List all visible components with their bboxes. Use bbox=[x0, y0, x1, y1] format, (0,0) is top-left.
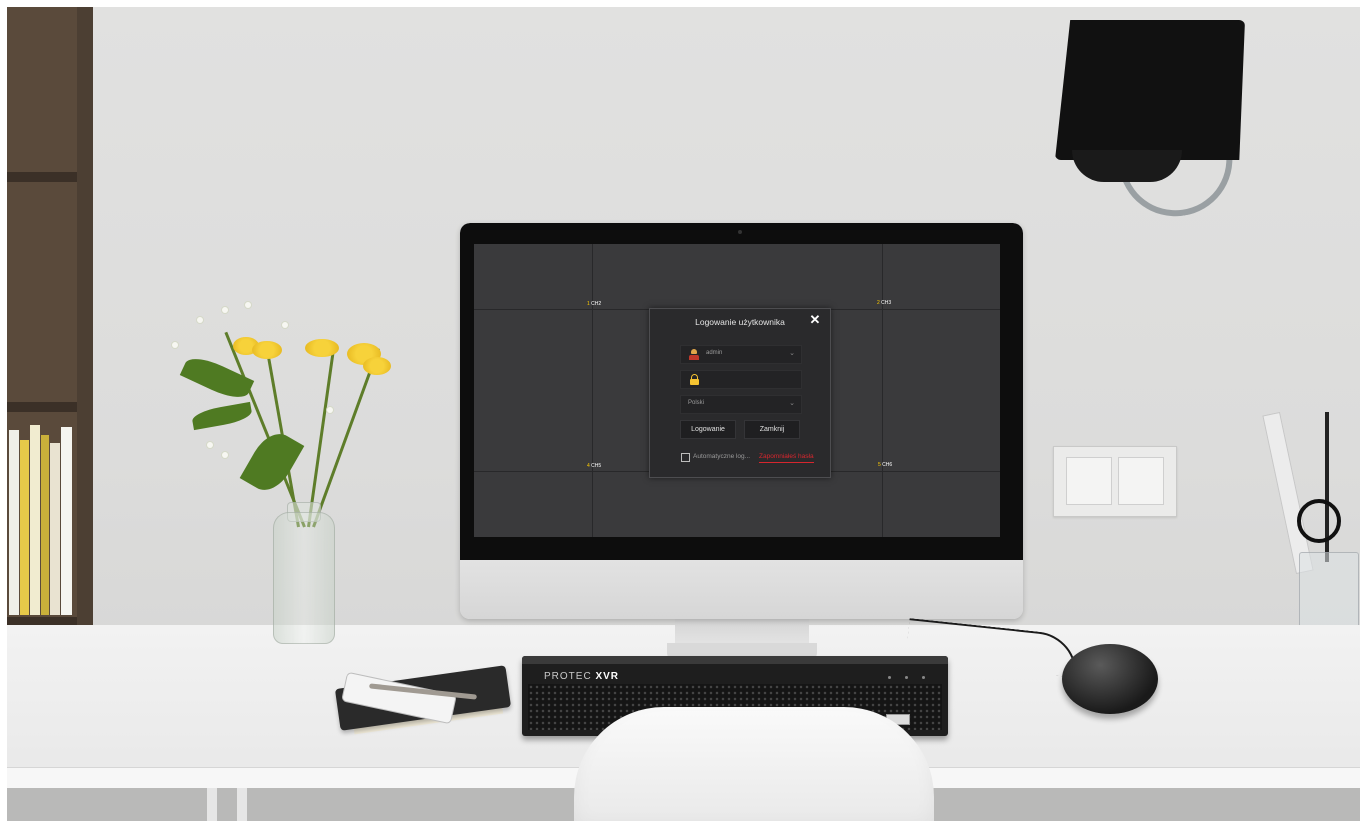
white-flower bbox=[327, 407, 333, 413]
book bbox=[9, 430, 19, 615]
book bbox=[20, 440, 29, 615]
monitor-chin bbox=[460, 560, 1023, 619]
led-indicator bbox=[888, 676, 891, 679]
brand-name: PROTEC bbox=[544, 671, 592, 682]
channel-number: 4 bbox=[587, 463, 590, 469]
white-flower bbox=[222, 307, 228, 313]
yellow-flower bbox=[305, 339, 339, 357]
leaf bbox=[190, 401, 254, 431]
chair bbox=[574, 707, 934, 821]
yellow-flower bbox=[252, 341, 282, 359]
scissors-handle bbox=[1297, 499, 1341, 543]
close-button[interactable]: Zamknij bbox=[744, 420, 800, 439]
user-icon bbox=[689, 349, 699, 360]
led-indicator bbox=[922, 676, 925, 679]
channel-number: 1 bbox=[587, 301, 590, 307]
language-value: Polski bbox=[688, 400, 705, 406]
channel-name: CH3 bbox=[881, 300, 892, 306]
white-flower bbox=[197, 317, 203, 323]
username-value: admin bbox=[706, 350, 723, 356]
white-flower bbox=[207, 442, 213, 448]
login-dialog: Logowanie użytkownika ✕ admin ⌄ Polski ⌄… bbox=[649, 308, 831, 478]
switch-button bbox=[1066, 457, 1112, 505]
language-select[interactable]: Polski ⌄ bbox=[680, 395, 802, 414]
book bbox=[41, 435, 49, 615]
light-switch bbox=[1053, 446, 1177, 517]
shelf-board bbox=[7, 172, 77, 182]
forgot-password-link[interactable]: Zapomniałeś hasła bbox=[759, 453, 814, 463]
chevron-down-icon: ⌄ bbox=[789, 350, 795, 357]
leaf bbox=[179, 351, 255, 405]
close-icon[interactable]: ✕ bbox=[808, 313, 822, 327]
wall-lamp bbox=[1055, 20, 1245, 160]
xvr-top bbox=[522, 656, 948, 664]
book bbox=[30, 425, 40, 615]
book bbox=[50, 443, 60, 615]
channel-name: CH5 bbox=[591, 463, 602, 469]
desk-leg bbox=[207, 788, 217, 821]
led-indicator bbox=[905, 676, 908, 679]
shelf-board bbox=[7, 402, 77, 412]
white-flower bbox=[282, 322, 288, 328]
model-name: XVR bbox=[595, 671, 620, 682]
white-flower bbox=[172, 342, 178, 348]
channel-number: 2 bbox=[877, 300, 880, 306]
grid-line bbox=[882, 244, 883, 537]
chevron-down-icon: ⌄ bbox=[789, 400, 795, 407]
username-select[interactable]: admin ⌄ bbox=[680, 345, 802, 364]
auto-login-checkbox[interactable] bbox=[681, 453, 690, 462]
room-photo: 1 CH2 2 CH3 4 CH5 5 CH6 Logowanie użytko… bbox=[7, 7, 1360, 821]
lock-icon bbox=[690, 374, 699, 385]
white-flower bbox=[245, 302, 251, 308]
flower-stem bbox=[224, 331, 306, 528]
webcam-icon bbox=[738, 230, 742, 234]
yellow-flower bbox=[363, 357, 391, 375]
switch-button bbox=[1118, 457, 1164, 505]
bookshelf bbox=[7, 7, 93, 667]
auto-login-label: Automatyczne log... bbox=[693, 453, 751, 460]
channel-label: 1 CH2 bbox=[587, 301, 601, 307]
password-field[interactable] bbox=[680, 370, 802, 389]
channel-label: 5 CH6 bbox=[878, 462, 892, 468]
glass-vase bbox=[273, 512, 335, 644]
computer-mouse bbox=[1062, 644, 1158, 714]
channel-label: 4 CH5 bbox=[587, 463, 601, 469]
leaf bbox=[239, 426, 305, 498]
lamp-mount bbox=[1072, 150, 1182, 182]
ruler bbox=[1262, 411, 1314, 575]
dvr-screen: 1 CH2 2 CH3 4 CH5 5 CH6 Logowanie użytko… bbox=[474, 244, 1000, 537]
channel-label: 2 CH3 bbox=[877, 300, 891, 306]
dialog-title: Logowanie użytkownika bbox=[695, 317, 785, 327]
xvr-logo: PROTEC XVR bbox=[544, 671, 619, 682]
login-button[interactable]: Logowanie bbox=[680, 420, 736, 439]
channel-name: CH2 bbox=[591, 301, 602, 307]
book bbox=[61, 427, 72, 615]
white-flower bbox=[222, 452, 228, 458]
channel-name: CH6 bbox=[882, 462, 893, 468]
desk-leg bbox=[237, 788, 247, 821]
grid-line bbox=[592, 244, 593, 537]
channel-number: 5 bbox=[878, 462, 881, 468]
